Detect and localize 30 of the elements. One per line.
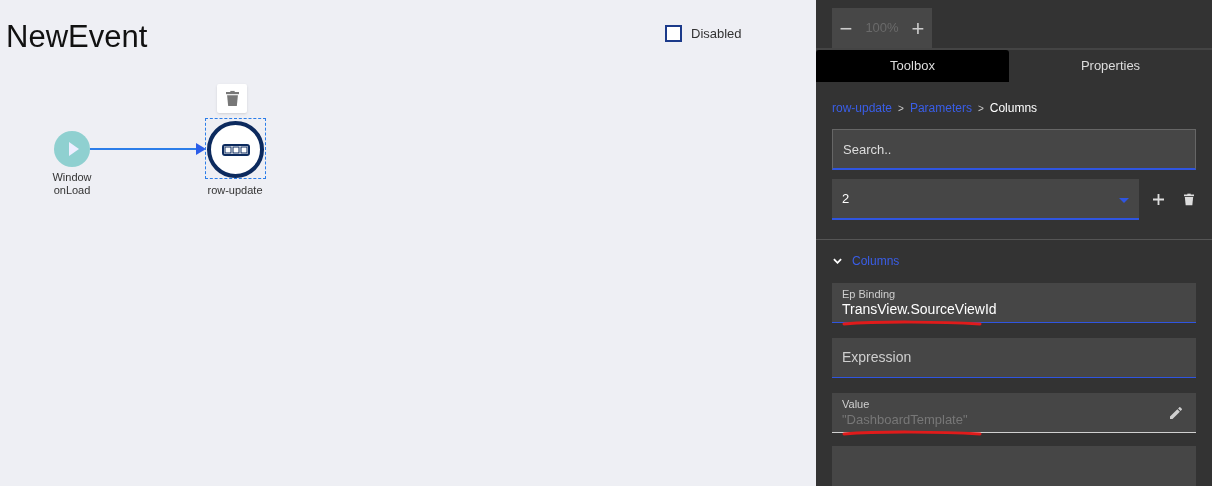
field-value: TransView.SourceViewId — [842, 300, 997, 318]
start-node[interactable] — [54, 131, 90, 167]
tab[interactable]: Toolbox — [816, 50, 1009, 82]
breadcrumb-separator: > — [898, 101, 904, 116]
trash-icon — [1184, 193, 1194, 206]
play-icon — [68, 142, 79, 156]
event-title: NewEvent — [6, 18, 148, 56]
delete-button[interactable] — [217, 84, 247, 113]
plus-icon[interactable] — [1153, 194, 1164, 205]
field-label: Value — [842, 397, 870, 411]
field-label: Ep Binding — [842, 287, 896, 301]
select-value: 2 — [842, 189, 850, 208]
field-placeholder: Expression — [842, 349, 912, 366]
select-field[interactable]: 2 — [832, 179, 1139, 220]
zoom-out-button[interactable]: − — [836, 11, 856, 45]
dropdown-caret-icon — [1119, 198, 1129, 203]
breadcrumb-separator: > — [977, 101, 984, 116]
segments-icon — [221, 143, 250, 156]
checkbox[interactable] — [665, 25, 682, 43]
node-label: Window onLoad — [51, 171, 93, 197]
breadcrumb-link[interactable]: Columns — [989, 99, 1038, 117]
node-label: row-update — [206, 183, 264, 198]
search-field[interactable]: Search.. — [832, 129, 1196, 170]
input-field[interactable]: Expression — [832, 338, 1196, 378]
tab[interactable]: Properties — [1009, 50, 1212, 82]
pencil-icon[interactable] — [1168, 405, 1184, 421]
trash-icon — [225, 90, 239, 107]
zoom-in-button[interactable]: + — [908, 11, 928, 45]
input-field[interactable]: Ep Binding TransView.SourceViewId — [832, 283, 1196, 323]
checkbox-label: Disabled — [691, 25, 742, 43]
